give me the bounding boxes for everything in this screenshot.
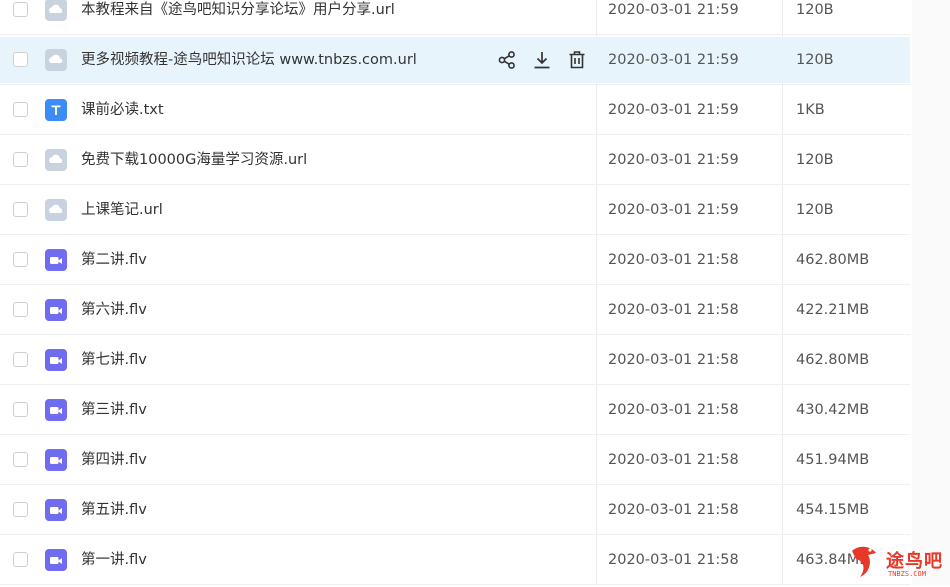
link-file-icon xyxy=(45,149,67,171)
row-checkbox[interactable] xyxy=(13,152,28,167)
row-checkbox[interactable] xyxy=(13,2,28,17)
video-file-icon xyxy=(45,499,67,521)
modified-date: 2020-03-01 21:59 xyxy=(608,152,739,168)
row-checkbox[interactable] xyxy=(13,352,28,367)
video-file-icon xyxy=(45,549,67,571)
row-checkbox[interactable] xyxy=(13,52,28,67)
row-checkbox[interactable] xyxy=(13,102,28,117)
video-file-icon xyxy=(45,399,67,421)
modified-date: 2020-03-01 21:59 xyxy=(608,202,739,218)
watermark-bird-icon xyxy=(852,546,876,577)
row-checkbox[interactable] xyxy=(13,452,28,467)
file-row[interactable]: 课前必读.txt 2020-03-01 21:59 1KB xyxy=(0,87,910,135)
file-size: 454.15MB xyxy=(796,502,870,518)
video-file-icon xyxy=(45,299,67,321)
file-row[interactable]: 第三讲.flv 2020-03-01 21:58 430.42MB xyxy=(0,387,910,435)
modified-date: 2020-03-01 21:58 xyxy=(608,252,739,268)
row-checkbox[interactable] xyxy=(13,552,28,567)
row-checkbox[interactable] xyxy=(13,302,28,317)
file-row[interactable]: 第六讲.flv 2020-03-01 21:58 422.21MB xyxy=(0,287,910,335)
file-name[interactable]: 上课笔记.url xyxy=(81,187,163,233)
file-size: 120B xyxy=(796,52,834,68)
link-file-icon xyxy=(45,0,67,21)
row-checkbox[interactable] xyxy=(13,252,28,267)
modified-date: 2020-03-01 21:58 xyxy=(608,352,739,368)
file-row[interactable]: 本教程来自《途鸟吧知识分享论坛》用户分享.url 2020-03-01 21:59… xyxy=(0,0,910,35)
share-icon[interactable] xyxy=(496,49,518,71)
text-file-icon xyxy=(45,99,67,121)
file-name[interactable]: 免费下载10000G海量学习资源.url xyxy=(81,137,307,183)
file-size: 451.94MB xyxy=(796,452,870,468)
file-name[interactable]: 第二讲.flv xyxy=(81,237,147,283)
file-row[interactable]: 第七讲.flv 2020-03-01 21:58 462.80MB xyxy=(0,337,910,385)
file-name[interactable]: 课前必读.txt xyxy=(81,87,164,133)
modified-date: 2020-03-01 21:58 xyxy=(608,402,739,418)
file-size: 462.80MB xyxy=(796,352,870,368)
file-name[interactable]: 第三讲.flv xyxy=(81,387,147,433)
file-row[interactable]: 第四讲.flv 2020-03-01 21:58 451.94MB xyxy=(0,437,910,485)
video-file-icon xyxy=(45,449,67,471)
file-row[interactable]: 更多视频教程-途鸟吧知识论坛 www.tnbzs.com.url 2020-03-… xyxy=(0,37,910,85)
file-row[interactable]: 第一讲.flv 2020-03-01 21:58 463.84MB xyxy=(0,537,910,585)
modified-date: 2020-03-01 21:59 xyxy=(608,102,739,118)
row-checkbox[interactable] xyxy=(13,402,28,417)
file-name[interactable]: 第六讲.flv xyxy=(81,287,147,333)
file-name[interactable]: 更多视频教程-途鸟吧知识论坛 www.tnbzs.com.url xyxy=(81,37,417,83)
modified-date: 2020-03-01 21:59 xyxy=(608,2,739,18)
file-size: 1KB xyxy=(796,102,825,118)
file-row[interactable]: 免费下载10000G海量学习资源.url 2020-03-01 21:59 120B xyxy=(0,137,910,185)
delete-icon[interactable] xyxy=(566,49,588,71)
modified-date: 2020-03-01 21:58 xyxy=(608,502,739,518)
scrollbar-track[interactable] xyxy=(912,0,950,585)
file-row[interactable]: 上课笔记.url 2020-03-01 21:59 120B xyxy=(0,187,910,235)
link-file-icon xyxy=(45,49,67,71)
modified-date: 2020-03-01 21:58 xyxy=(608,552,739,568)
file-name[interactable]: 第一讲.flv xyxy=(81,537,147,583)
file-size: 462.80MB xyxy=(796,252,870,268)
file-row[interactable]: 第五讲.flv 2020-03-01 21:58 454.15MB xyxy=(0,487,910,535)
file-size: 120B xyxy=(796,2,834,18)
row-checkbox[interactable] xyxy=(13,202,28,217)
file-name[interactable]: 第七讲.flv xyxy=(81,337,147,383)
file-size: 120B xyxy=(796,202,834,218)
modified-date: 2020-03-01 21:58 xyxy=(608,452,739,468)
file-size: 430.42MB xyxy=(796,402,870,418)
row-checkbox[interactable] xyxy=(13,502,28,517)
file-name[interactable]: 第四讲.flv xyxy=(81,437,147,483)
file-name[interactable]: 本教程来自《途鸟吧知识分享论坛》用户分享.url xyxy=(81,0,395,33)
modified-date: 2020-03-01 21:58 xyxy=(608,302,739,318)
video-file-icon xyxy=(45,249,67,271)
file-name[interactable]: 第五讲.flv xyxy=(81,487,147,533)
watermark-subtext: TNBZS.COM xyxy=(888,570,926,578)
download-icon[interactable] xyxy=(531,49,553,71)
file-row[interactable]: 第二讲.flv 2020-03-01 21:58 462.80MB xyxy=(0,237,910,285)
link-file-icon xyxy=(45,199,67,221)
file-size: 422.21MB xyxy=(796,302,870,318)
file-size: 120B xyxy=(796,152,834,168)
video-file-icon xyxy=(45,349,67,371)
modified-date: 2020-03-01 21:59 xyxy=(608,52,739,68)
watermark-logo: 途鸟吧 TNBZS.COM xyxy=(848,543,948,585)
